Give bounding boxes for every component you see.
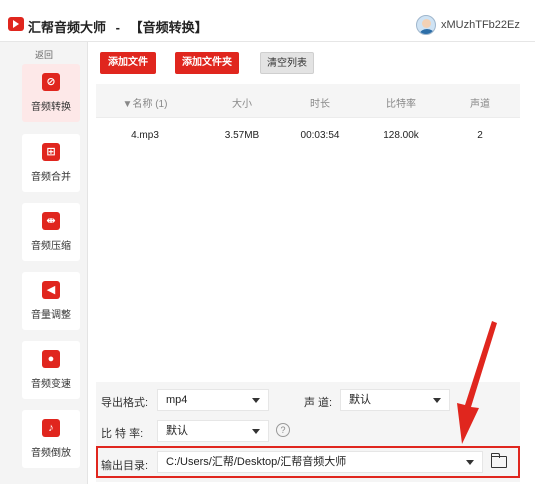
reverse-music-icon: ♪	[42, 419, 60, 437]
compress-icon: ⇼	[42, 212, 60, 230]
sidebar-item-label: 音频变速	[31, 379, 71, 390]
column-duration-header[interactable]: 时长	[300, 95, 340, 110]
title-separator: -	[115, 20, 120, 35]
cell-channel: 2	[477, 130, 483, 141]
sidebar-item-audio-compress[interactable]: ⇼ 音频压缩	[22, 203, 80, 261]
sidebar-item-audio-speed[interactable]: ● 音频变速	[22, 341, 80, 399]
chevron-down-icon	[252, 429, 260, 434]
bitrate-label: 比 特 率:	[101, 428, 144, 440]
speed-mic-icon: ●	[42, 350, 60, 368]
sidebar-item-audio-merge[interactable]: ⊞ 音频合并	[22, 134, 80, 192]
merge-icon: ⊞	[42, 143, 60, 161]
sidebar-item-volume-adjust[interactable]: ◀ 音量调整	[22, 272, 80, 330]
app-title: 汇帮音频大师 - 【音频转换】	[28, 17, 208, 36]
app-logo-icon	[8, 17, 24, 31]
bitrate-select[interactable]: 默认	[157, 420, 269, 442]
cell-file-name: 4.mp3	[131, 130, 159, 141]
cell-bitrate: 128.00k	[383, 130, 419, 141]
column-bitrate-header[interactable]: 比特率	[376, 95, 426, 110]
format-label: 导出格式:	[101, 397, 149, 409]
output-directory-label: 输出目录:	[101, 460, 149, 472]
sidebar-item-label: 音频压缩	[31, 241, 71, 252]
column-channel-header[interactable]: 声道	[460, 95, 500, 110]
column-size-header[interactable]: 大小	[222, 95, 262, 110]
sidebar-item-label: 音量调整	[31, 310, 71, 321]
convert-icon: ⊘	[42, 73, 60, 91]
sidebar-item-label: 音频合并	[31, 172, 71, 183]
add-folder-button[interactable]: 添加文件夹	[175, 52, 239, 74]
clear-list-button[interactable]: 清空列表	[260, 52, 314, 74]
bitrate-select-value: 默认	[166, 425, 188, 437]
channel-label: 声 道:	[304, 397, 333, 409]
help-icon[interactable]: ?	[276, 423, 290, 437]
chevron-down-icon	[252, 398, 260, 403]
output-directory-select[interactable]: C:/Users/汇帮/Desktop/汇帮音频大师	[157, 451, 483, 473]
add-file-button[interactable]: 添加文件	[100, 52, 156, 74]
channel-select[interactable]: 默认	[340, 389, 450, 411]
folder-open-icon[interactable]	[490, 453, 507, 468]
chevron-down-icon	[466, 460, 474, 465]
user-avatar[interactable]	[416, 15, 436, 35]
output-directory-value: C:/Users/汇帮/Desktop/汇帮音频大师	[166, 456, 347, 468]
channel-select-value: 默认	[349, 394, 371, 406]
sidebar-item-audio-reverse[interactable]: ♪ 音频倒放	[22, 410, 80, 468]
app-name: 汇帮音频大师	[28, 20, 107, 35]
page-title: 【音频转换】	[129, 20, 208, 35]
format-select-value: mp4	[166, 394, 188, 406]
format-select[interactable]: mp4	[157, 389, 269, 411]
cell-duration: 00:03:54	[300, 130, 340, 141]
title-bar: 汇帮音频大师 - 【音频转换】 xMUzhTFb22Ez	[0, 0, 535, 42]
user-name[interactable]: xMUzhTFb22Ez	[441, 19, 520, 31]
sidebar-item-label: 音频倒放	[31, 448, 71, 459]
volume-icon: ◀	[42, 281, 60, 299]
column-name-header[interactable]: ▼名称 (1)	[110, 95, 180, 110]
sidebar-item-label: 音频转换	[31, 102, 71, 113]
sidebar-item-audio-convert[interactable]: ⊘ 音频转换	[22, 64, 80, 122]
back-button[interactable]: 返回	[0, 48, 88, 61]
chevron-down-icon	[433, 398, 441, 403]
cell-file-size: 3.57MB	[224, 130, 260, 141]
